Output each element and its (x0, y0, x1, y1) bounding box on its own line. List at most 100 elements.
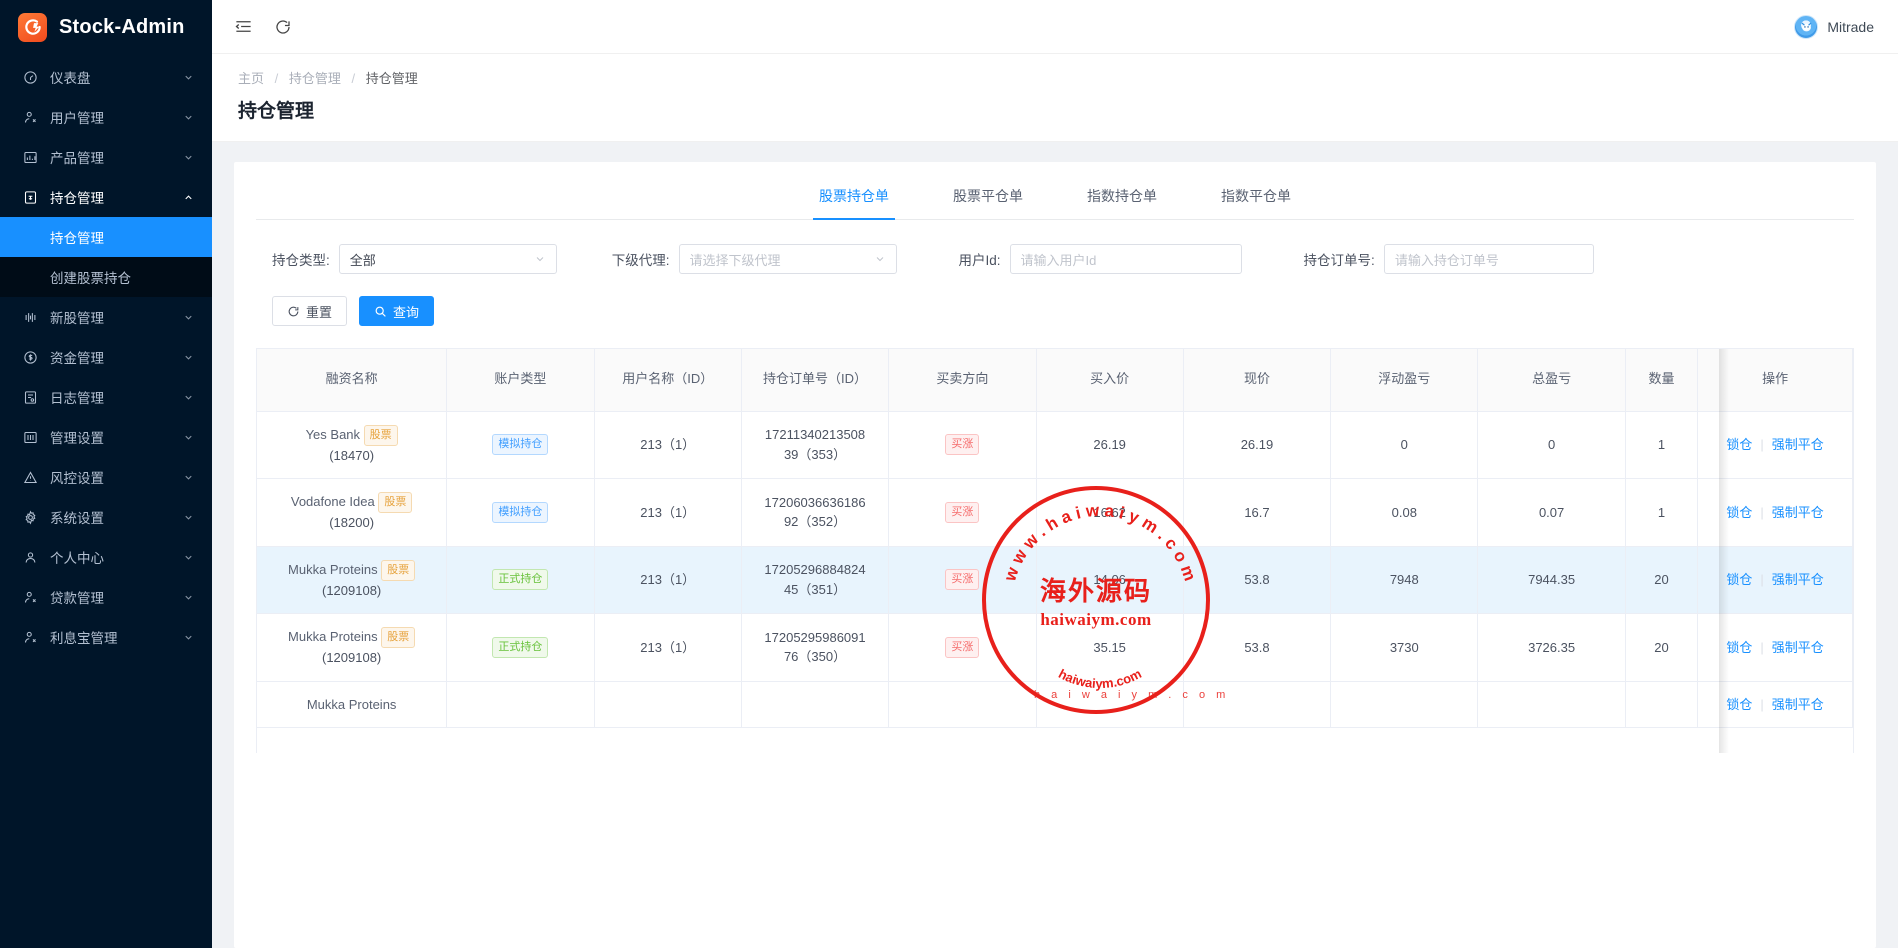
sidebar-subitem-position-manage[interactable]: 持仓管理 (0, 217, 212, 257)
cell-user (594, 681, 741, 728)
tab-stock-position[interactable]: 股票持仓单 (817, 176, 891, 219)
stock-name: Vodafone Idea (291, 494, 375, 509)
sidebar-item-admin-settings[interactable]: 管理设置 (0, 417, 212, 457)
ops-divider: | (1760, 640, 1763, 655)
sidebar-menu: 仪表盘 用户管理 产品管理 (0, 54, 212, 657)
sidebar-item-user-manage[interactable]: 用户管理 (0, 97, 212, 137)
sidebar-item-loan-manage[interactable]: 贷款管理 (0, 577, 212, 617)
cell-float-pl: 3730 (1331, 614, 1478, 682)
cell-ops: 锁仓|强制平仓 (1698, 411, 1853, 479)
breadcrumb-home[interactable]: 主页 (238, 71, 264, 86)
brand-logo[interactable]: Stock-Admin (0, 0, 212, 54)
ops-divider: | (1760, 505, 1763, 520)
page-header: 主页 / 持仓管理 / 持仓管理 持仓管理 (212, 54, 1898, 142)
user-name: Mitrade (1827, 19, 1874, 35)
sidebar-item-ipo-manage[interactable]: 新股管理 (0, 297, 212, 337)
chevron-down-icon (874, 253, 886, 265)
chevron-down-icon (534, 253, 546, 265)
chevron-down-icon (182, 391, 194, 403)
user-menu[interactable]: Mitrade (1794, 15, 1874, 39)
tab-label: 股票平仓单 (953, 188, 1023, 204)
sidebar-item-system-settings[interactable]: 系统设置 (0, 497, 212, 537)
menu-fold-icon[interactable] (232, 16, 254, 38)
sidebar-item-label: 产品管理 (50, 147, 182, 167)
positions-table: 融资名称 账户类型 用户名称（ID） 持仓订单号（ID） 买卖方向 买入价 现价… (257, 349, 1853, 728)
page-title: 持仓管理 (238, 96, 1872, 123)
cell-order-no: 1720603663618692（352） (741, 479, 888, 547)
sidebar-item-label: 个人中心 (50, 547, 182, 567)
lock-position-link[interactable]: 锁仓 (1726, 505, 1752, 520)
main-area: Mitrade 主页 / 持仓管理 / 持仓管理 持仓管理 股票持仓单 股票平仓… (212, 0, 1898, 948)
app-root: Stock-Admin 仪表盘 用户管理 (0, 0, 1898, 948)
cell-qty: 1 (1625, 411, 1697, 479)
tab-stock-closed[interactable]: 股票平仓单 (951, 176, 1025, 219)
cell-current-price: 16.7 (1183, 479, 1330, 547)
reset-icon (287, 305, 300, 318)
sidebar-item-label: 贷款管理 (50, 587, 182, 607)
cell-qty (1625, 681, 1697, 728)
th-user: 用户名称（ID） (594, 349, 741, 411)
position-type-select[interactable]: 全部 (339, 244, 557, 274)
filter-label: 持仓订单号: (1304, 249, 1375, 269)
sub-agent-placeholder: 请选择下级代理 (690, 250, 781, 269)
direction-tag: 买涨 (945, 637, 979, 658)
chevron-up-icon (182, 191, 194, 203)
lock-position-link[interactable]: 锁仓 (1726, 640, 1752, 655)
force-close-link[interactable]: 强制平仓 (1772, 505, 1824, 520)
sidebar-item-position-manage[interactable]: 持仓管理 (0, 177, 212, 217)
breadcrumb-level2[interactable]: 持仓管理 (289, 71, 341, 86)
cell-qty: 20 (1625, 614, 1697, 682)
th-order-no: 持仓订单号（ID） (741, 349, 888, 411)
cell-order-no (741, 681, 888, 728)
force-close-link[interactable]: 强制平仓 (1772, 437, 1824, 452)
refresh-icon[interactable] (272, 16, 294, 38)
lock-position-link[interactable]: 锁仓 (1726, 572, 1752, 587)
th-account-type: 账户类型 (447, 349, 594, 411)
sidebar-item-interest-manage[interactable]: 利息宝管理 (0, 617, 212, 657)
cell-user: 213（1） (594, 546, 741, 614)
order-no-input[interactable]: 请输入持仓订单号 (1384, 244, 1594, 274)
user-id-input[interactable]: 请输入用户Id (1010, 244, 1242, 274)
money-icon (22, 349, 39, 366)
tab-index-position[interactable]: 指数持仓单 (1085, 176, 1159, 219)
force-close-link[interactable]: 强制平仓 (1772, 572, 1824, 587)
cell-account-type: 模拟持仓 (447, 479, 594, 547)
sidebar-item-personal-center[interactable]: 个人中心 (0, 537, 212, 577)
cell-user: 213（1） (594, 614, 741, 682)
cell-total-pl (1478, 681, 1625, 728)
table-row[interactable]: Mukka Proteins锁仓|强制平仓 (257, 681, 1853, 728)
lock-position-link[interactable]: 锁仓 (1726, 697, 1752, 712)
search-button[interactable]: 查询 (359, 296, 434, 326)
tab-index-closed[interactable]: 指数平仓单 (1219, 176, 1293, 219)
stock-tag: 股票 (364, 425, 398, 446)
breadcrumb-level3: 持仓管理 (366, 71, 418, 86)
chevron-down-icon (182, 111, 194, 123)
position-icon (22, 189, 39, 206)
sub-agent-select[interactable]: 请选择下级代理 (679, 244, 897, 274)
sidebar-item-label: 仪表盘 (50, 67, 182, 87)
cell-current-price: 53.8 (1183, 614, 1330, 682)
stock-code: (1209108) (322, 650, 381, 665)
sidebar-item-dashboard[interactable]: 仪表盘 (0, 57, 212, 97)
user-id-placeholder: 请输入用户Id (1021, 250, 1097, 269)
table-row[interactable]: Vodafone Idea 股票(18200)模拟持仓213（1）1720603… (257, 479, 1853, 547)
cell-total-pl: 7944.35 (1478, 546, 1625, 614)
lock-position-link[interactable]: 锁仓 (1726, 437, 1752, 452)
sidebar-item-risk-settings[interactable]: 风控设置 (0, 457, 212, 497)
force-close-link[interactable]: 强制平仓 (1772, 640, 1824, 655)
table-row[interactable]: Mukka Proteins 股票(1209108)正式持仓213（1）1720… (257, 614, 1853, 682)
cell-ops: 锁仓|强制平仓 (1698, 546, 1853, 614)
force-close-link[interactable]: 强制平仓 (1772, 697, 1824, 712)
tab-label: 股票持仓单 (819, 188, 889, 204)
dashboard-icon (22, 69, 39, 86)
table-row[interactable]: Yes Bank 股票(18470)模拟持仓213（1）172113402135… (257, 411, 1853, 479)
stock-name: Mukka Proteins (307, 697, 397, 712)
sidebar-subitem-create-stock-position[interactable]: 创建股票持仓 (0, 257, 212, 297)
reset-button[interactable]: 重置 (272, 296, 347, 326)
sidebar-item-product-manage[interactable]: 产品管理 (0, 137, 212, 177)
table-row[interactable]: Mukka Proteins 股票(1209108)正式持仓213（1）1720… (257, 546, 1853, 614)
topbar-left (232, 16, 294, 38)
sidebar-item-fund-manage[interactable]: 资金管理 (0, 337, 212, 377)
stock-name: Yes Bank (306, 427, 360, 442)
sidebar-item-log-manage[interactable]: 日志管理 (0, 377, 212, 417)
